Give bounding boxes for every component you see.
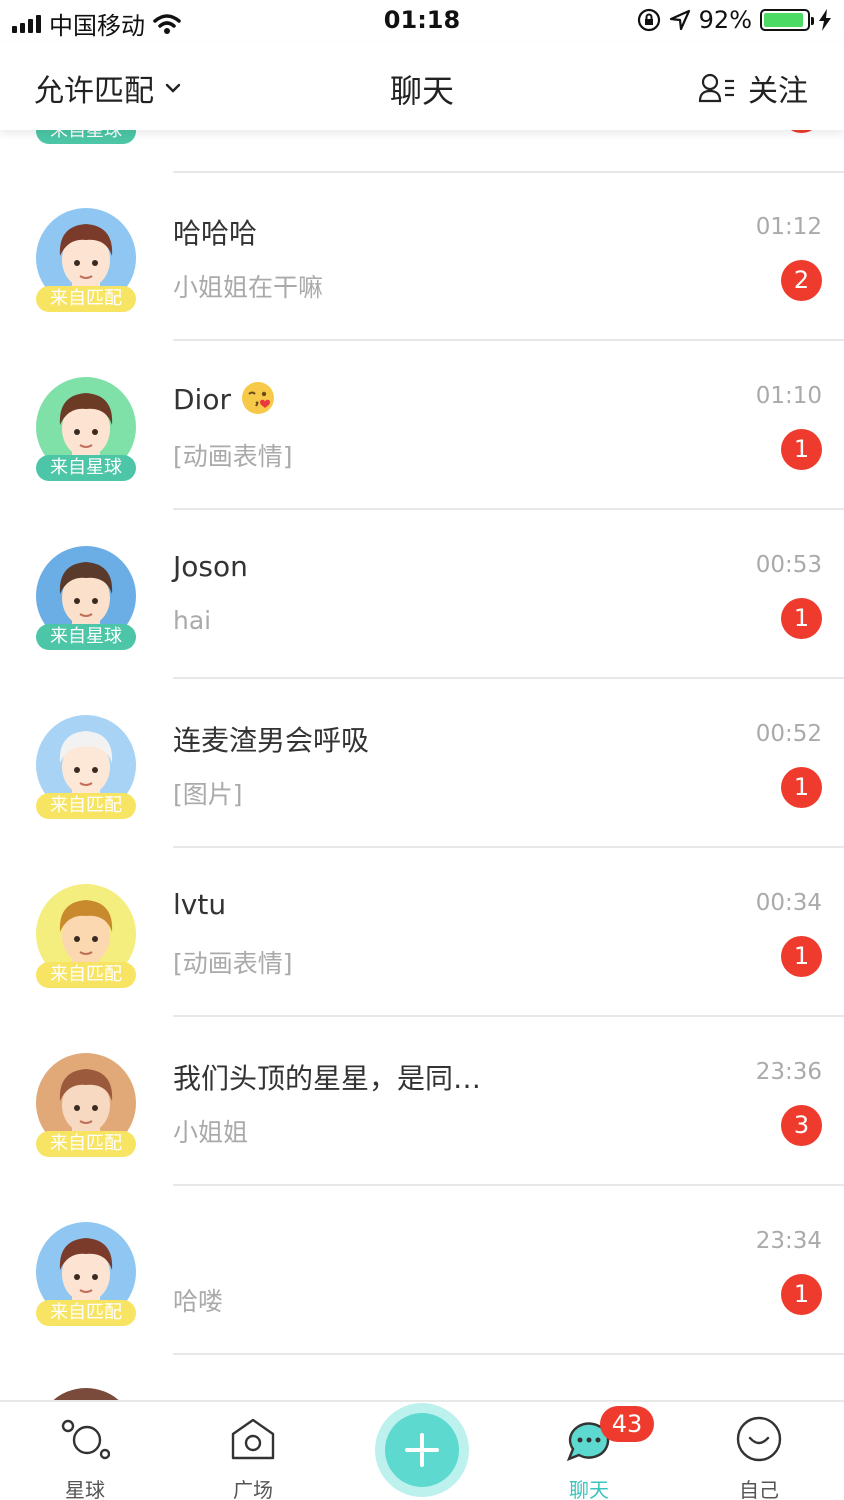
chat-name-text: Dior <box>173 383 231 416</box>
chat-name-text: 哈哈哈 <box>173 217 258 250</box>
chat-name-text: 连麦渣男会呼吸 <box>173 724 370 757</box>
chat-name: Joson <box>173 550 248 583</box>
chat-name: 哈哈哈 <box>173 212 257 252</box>
chat-name-text: Joson <box>173 550 248 583</box>
tab-label: 自己 <box>739 1478 779 1500</box>
chat-preview: 小姐姐在干嘛 <box>173 273 324 302</box>
plus-icon <box>405 1433 439 1467</box>
chat-time: 00:52 <box>755 721 822 747</box>
chat-name: 连麦渣男会呼吸 <box>173 719 369 759</box>
unread-badge: 3 <box>781 1105 822 1146</box>
follow-button[interactable]: 关注 <box>698 66 808 110</box>
chat-preview: [动画表情] <box>173 949 293 978</box>
chat-time: 00:34 <box>755 890 822 916</box>
unread-badge: 1 <box>781 429 822 470</box>
tab-planet[interactable]: 星球 <box>25 1402 145 1500</box>
chat-list-item[interactable]: 来自匹配 我们头顶的星星，是同… 小姐姐 23:36 3 <box>0 1017 844 1186</box>
chat-list-item[interactable]: 来自匹配 lvtu [动画表情] 00:34 1 <box>0 848 844 1017</box>
chat-unread-badge: 43 <box>600 1406 654 1442</box>
source-badge: 来自星球 <box>36 455 136 481</box>
chat-preview: 小姐姐 <box>173 1118 249 1147</box>
source-badge: 来自匹配 <box>36 286 136 312</box>
source-badge: 来自星球 <box>36 624 136 650</box>
follow-list-icon <box>698 73 734 103</box>
chat-name: Dior <box>173 381 275 416</box>
chat-time: 23:36 <box>755 1059 822 1085</box>
chat-time: 00:53 <box>755 552 822 578</box>
chat-list-item[interactable]: 来自星球 Dior [动画表情] 01:10 1 <box>0 341 844 510</box>
chat-time: 01:10 <box>755 383 822 409</box>
unread-badge: 1 <box>781 1274 822 1315</box>
chat-name: 我们头顶的星星，是同… <box>173 1057 481 1097</box>
tab-plaza[interactable]: 广场 <box>193 1402 313 1500</box>
unread-badge: 1 <box>781 767 822 808</box>
nav-bar: 允许匹配 聊天 关注 <box>0 42 844 130</box>
unread-badge: 1 <box>781 936 822 977</box>
smile-icon <box>736 1416 782 1462</box>
follow-label: 关注 <box>748 74 808 109</box>
planet-icon <box>61 1419 110 1460</box>
create-post-button[interactable] <box>375 1403 469 1497</box>
chat-list-item[interactable]: 来自匹配 哈喽 23:34 1 <box>0 1186 844 1355</box>
home-icon <box>231 1418 275 1460</box>
source-badge: 来自匹配 <box>36 1300 136 1326</box>
chat-list-item[interactable]: 来自星球 Joson hai 00:53 1 <box>0 510 844 679</box>
tab-label: 星球 <box>65 1478 105 1500</box>
chat-list[interactable]: 来自星球 来自匹配 哈哈哈 小姐姐在干嘛 01:12 2 来自星球 Dior [… <box>0 0 844 1500</box>
chat-preview: [图片] <box>173 780 243 809</box>
source-badge: 来自匹配 <box>36 793 136 819</box>
chat-list-item[interactable]: 来自匹配 连麦渣男会呼吸 [图片] 00:52 1 <box>0 679 844 848</box>
chat-list-item[interactable]: 来自匹配 哈哈哈 小姐姐在干嘛 01:12 2 <box>0 172 844 341</box>
chat-name-text: lvtu <box>173 888 227 921</box>
chat-preview: [动画表情] <box>173 442 293 471</box>
tab-label: 广场 <box>233 1478 273 1500</box>
tab-label: 聊天 <box>569 1478 609 1500</box>
chat-preview: 哈喽 <box>173 1287 224 1316</box>
chat-time: 23:34 <box>755 1228 822 1254</box>
source-badge: 来自匹配 <box>36 962 136 988</box>
chat-name: lvtu <box>173 888 226 921</box>
kiss-emoji-icon <box>241 382 274 414</box>
source-badge: 来自匹配 <box>36 1131 136 1157</box>
tab-me[interactable]: 自己 <box>699 1402 819 1500</box>
chat-preview: hai <box>173 606 212 635</box>
divider <box>173 1353 844 1355</box>
chat-time: 01:12 <box>755 214 822 240</box>
unread-badge: 2 <box>781 260 822 301</box>
unread-badge: 1 <box>781 598 822 639</box>
chat-name-text: 我们头顶的星星，是同… <box>173 1062 482 1095</box>
